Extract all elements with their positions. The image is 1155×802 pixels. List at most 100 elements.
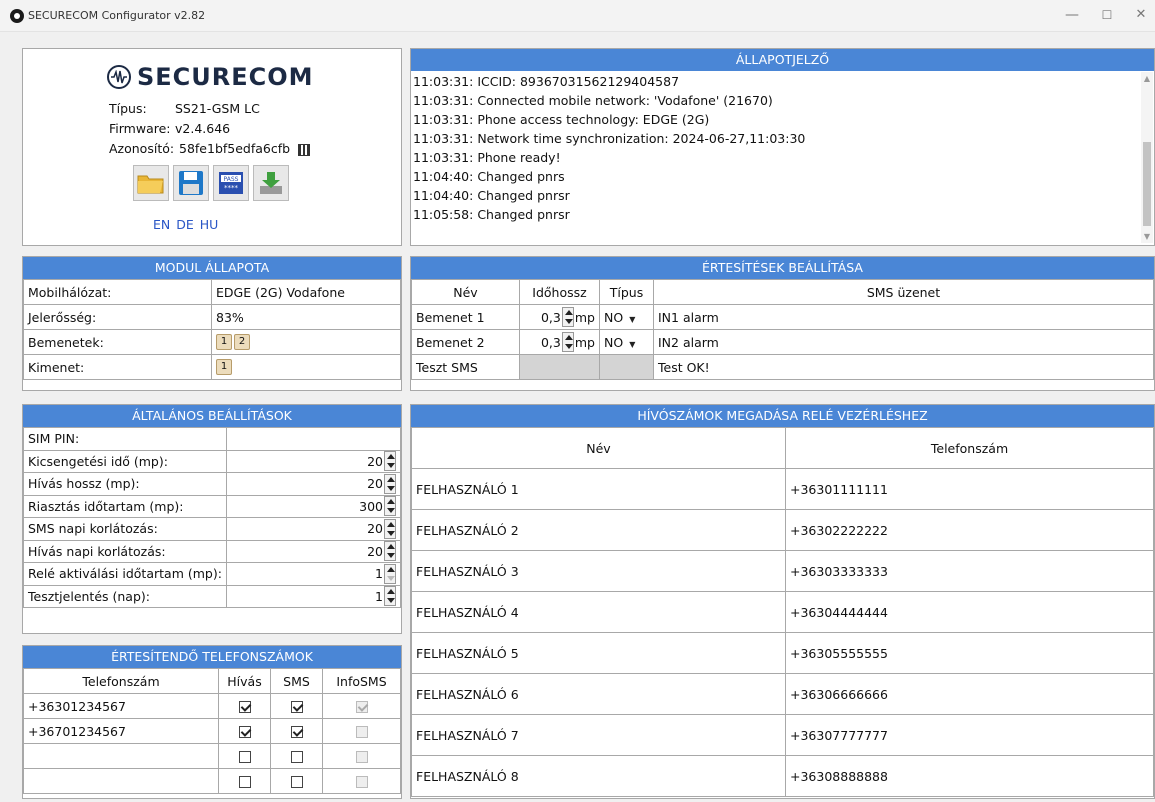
- sms-checkbox-cell: [270, 768, 323, 794]
- open-folder-button[interactable]: [133, 165, 169, 201]
- save-button[interactable]: [173, 165, 209, 201]
- relay-numbers-header: HÍVÓSZÁMOK MEGADÁSA RELÉ VEZÉRLÉSHEZ: [411, 405, 1154, 427]
- sms-message-input[interactable]: IN2 alarm: [653, 329, 1154, 355]
- setting-value[interactable]: 300: [359, 499, 383, 514]
- spinner-arrows-icon[interactable]: [384, 563, 396, 584]
- spinner-arrows-icon[interactable]: [384, 518, 396, 539]
- duration-spinner[interactable]: 0,3 mp: [524, 332, 595, 352]
- setting-spinner[interactable]: 20: [225, 517, 402, 541]
- spinner-arrows-icon[interactable]: [384, 473, 396, 494]
- maximize-button[interactable]: ☐: [1097, 8, 1117, 22]
- spinner-arrows-icon[interactable]: [384, 586, 396, 607]
- duration-spinner[interactable]: 0,3 mp: [524, 307, 595, 327]
- call-checkbox-cell: [218, 718, 271, 744]
- call-checkbox[interactable]: [238, 751, 251, 763]
- relay-user-name[interactable]: FELHASZNÁLÓ 3: [411, 550, 786, 592]
- relay-phone-input[interactable]: +36304444444: [785, 591, 1154, 633]
- setting-spinner[interactable]: 1: [225, 562, 402, 586]
- pass-icon: PASS****: [219, 172, 243, 194]
- spinner-arrows-icon[interactable]: [384, 496, 396, 517]
- relay-user-name[interactable]: FELHASZNÁLÓ 4: [411, 591, 786, 633]
- phone-number-input[interactable]: [23, 768, 219, 794]
- relay-user-name[interactable]: FELHASZNÁLÓ 8: [411, 755, 786, 797]
- duration-value[interactable]: 0,3: [541, 310, 561, 325]
- col-name: Név: [411, 279, 520, 305]
- status-log-panel: ÁLLAPOTJELZŐ 11:03:31: ICCID: 8936703156…: [410, 48, 1155, 246]
- download-button[interactable]: [253, 165, 289, 201]
- infosms-checkbox[interactable]: [355, 776, 368, 788]
- sms-checkbox[interactable]: [290, 776, 303, 788]
- type-select[interactable]: NO ▼: [599, 304, 654, 330]
- lang-de-link[interactable]: DE: [176, 217, 194, 232]
- relay-phone-input[interactable]: +36305555555: [785, 632, 1154, 674]
- lang-hu-link[interactable]: HU: [200, 217, 219, 232]
- setting-spinner-wrap[interactable]: 20: [231, 518, 396, 539]
- log-line: 11:03:31: Phone access technology: EDGE …: [413, 112, 710, 127]
- infosms-checkbox[interactable]: [355, 701, 368, 713]
- infosms-checkbox[interactable]: [355, 726, 368, 738]
- relay-phone-input[interactable]: +36302222222: [785, 509, 1154, 551]
- setting-value[interactable]: 20: [367, 544, 383, 559]
- dropdown-arrow-icon[interactable]: ▼: [629, 340, 635, 349]
- lang-en-link[interactable]: EN: [153, 217, 170, 232]
- call-checkbox[interactable]: [238, 776, 251, 788]
- setting-spinner-wrap[interactable]: 20: [231, 451, 396, 472]
- setting-value[interactable]: 1: [375, 589, 383, 604]
- sms-checkbox[interactable]: [290, 751, 303, 763]
- setting-spinner[interactable]: 20: [225, 449, 402, 473]
- type-select[interactable]: NO ▼: [599, 329, 654, 355]
- spinner-arrows-icon[interactable]: [384, 541, 396, 562]
- relay-user-name[interactable]: FELHASZNÁLÓ 5: [411, 632, 786, 674]
- qr-code-icon[interactable]: [298, 143, 311, 156]
- spinner-arrows-icon[interactable]: [384, 451, 396, 472]
- setting-spinner-wrap[interactable]: 300: [231, 496, 396, 517]
- signal-value: 83%: [211, 304, 401, 330]
- setting-value[interactable]: 20: [367, 476, 383, 491]
- setting-spinner[interactable]: 20: [225, 472, 402, 496]
- setting-spinner[interactable]: 20: [225, 539, 402, 563]
- scroll-down-icon[interactable]: ▼: [1141, 232, 1153, 241]
- phone-number-input[interactable]: [23, 743, 219, 769]
- sim-pin-input[interactable]: [225, 427, 402, 451]
- setting-spinner-wrap[interactable]: 1: [231, 563, 396, 584]
- setting-spinner-wrap[interactable]: 20: [231, 473, 396, 494]
- output-1-badge[interactable]: 1: [216, 359, 232, 376]
- phone-number-input[interactable]: +36701234567: [23, 718, 219, 744]
- sms-checkbox[interactable]: [290, 701, 303, 713]
- infosms-checkbox[interactable]: [355, 751, 368, 763]
- duration-value[interactable]: 0,3: [541, 335, 561, 350]
- password-button[interactable]: PASS ****: [213, 165, 249, 201]
- relay-user-name[interactable]: FELHASZNÁLÓ 1: [411, 468, 786, 510]
- scroll-thumb[interactable]: [1143, 142, 1151, 226]
- close-button[interactable]: ✕: [1131, 7, 1151, 22]
- sms-checkbox[interactable]: [290, 726, 303, 738]
- setting-spinner-wrap[interactable]: 20: [231, 541, 396, 562]
- setting-value[interactable]: 20: [367, 521, 383, 536]
- phone-number-input[interactable]: +36301234567: [23, 693, 219, 719]
- spinner-arrows-icon[interactable]: [561, 307, 574, 327]
- relay-phone-input[interactable]: +36301111111: [785, 468, 1154, 510]
- minimize-button[interactable]: —: [1062, 7, 1082, 23]
- call-checkbox[interactable]: [238, 701, 251, 713]
- relay-user-name[interactable]: FELHASZNÁLÓ 7: [411, 714, 786, 756]
- setting-spinner-wrap[interactable]: 1: [231, 586, 396, 607]
- spinner-arrows-icon[interactable]: [561, 332, 574, 352]
- relay-phone-input[interactable]: +36308888888: [785, 755, 1154, 797]
- type-value: NO: [604, 309, 624, 325]
- setting-value[interactable]: 20: [367, 454, 383, 469]
- log-scrollbar[interactable]: ▲ ▼: [1141, 72, 1153, 243]
- relay-user-name[interactable]: FELHASZNÁLÓ 6: [411, 673, 786, 715]
- call-checkbox[interactable]: [238, 726, 251, 738]
- relay-user-name[interactable]: FELHASZNÁLÓ 2: [411, 509, 786, 551]
- setting-spinner[interactable]: 1: [225, 584, 402, 608]
- setting-spinner[interactable]: 300: [225, 494, 402, 518]
- sms-message-input[interactable]: IN1 alarm: [653, 304, 1154, 330]
- relay-phone-input[interactable]: +36307777777: [785, 714, 1154, 756]
- sms-message-input[interactable]: Test OK!: [653, 354, 1154, 380]
- relay-phone-input[interactable]: +36303333333: [785, 550, 1154, 592]
- dropdown-arrow-icon[interactable]: ▼: [629, 315, 635, 324]
- scroll-up-icon[interactable]: ▲: [1141, 74, 1153, 83]
- setting-value[interactable]: 1: [375, 566, 383, 581]
- relay-phone-input[interactable]: +36306666666: [785, 673, 1154, 715]
- status-log[interactable]: 11:03:31: ICCID: 89367031562129404587 11:…: [413, 72, 1140, 243]
